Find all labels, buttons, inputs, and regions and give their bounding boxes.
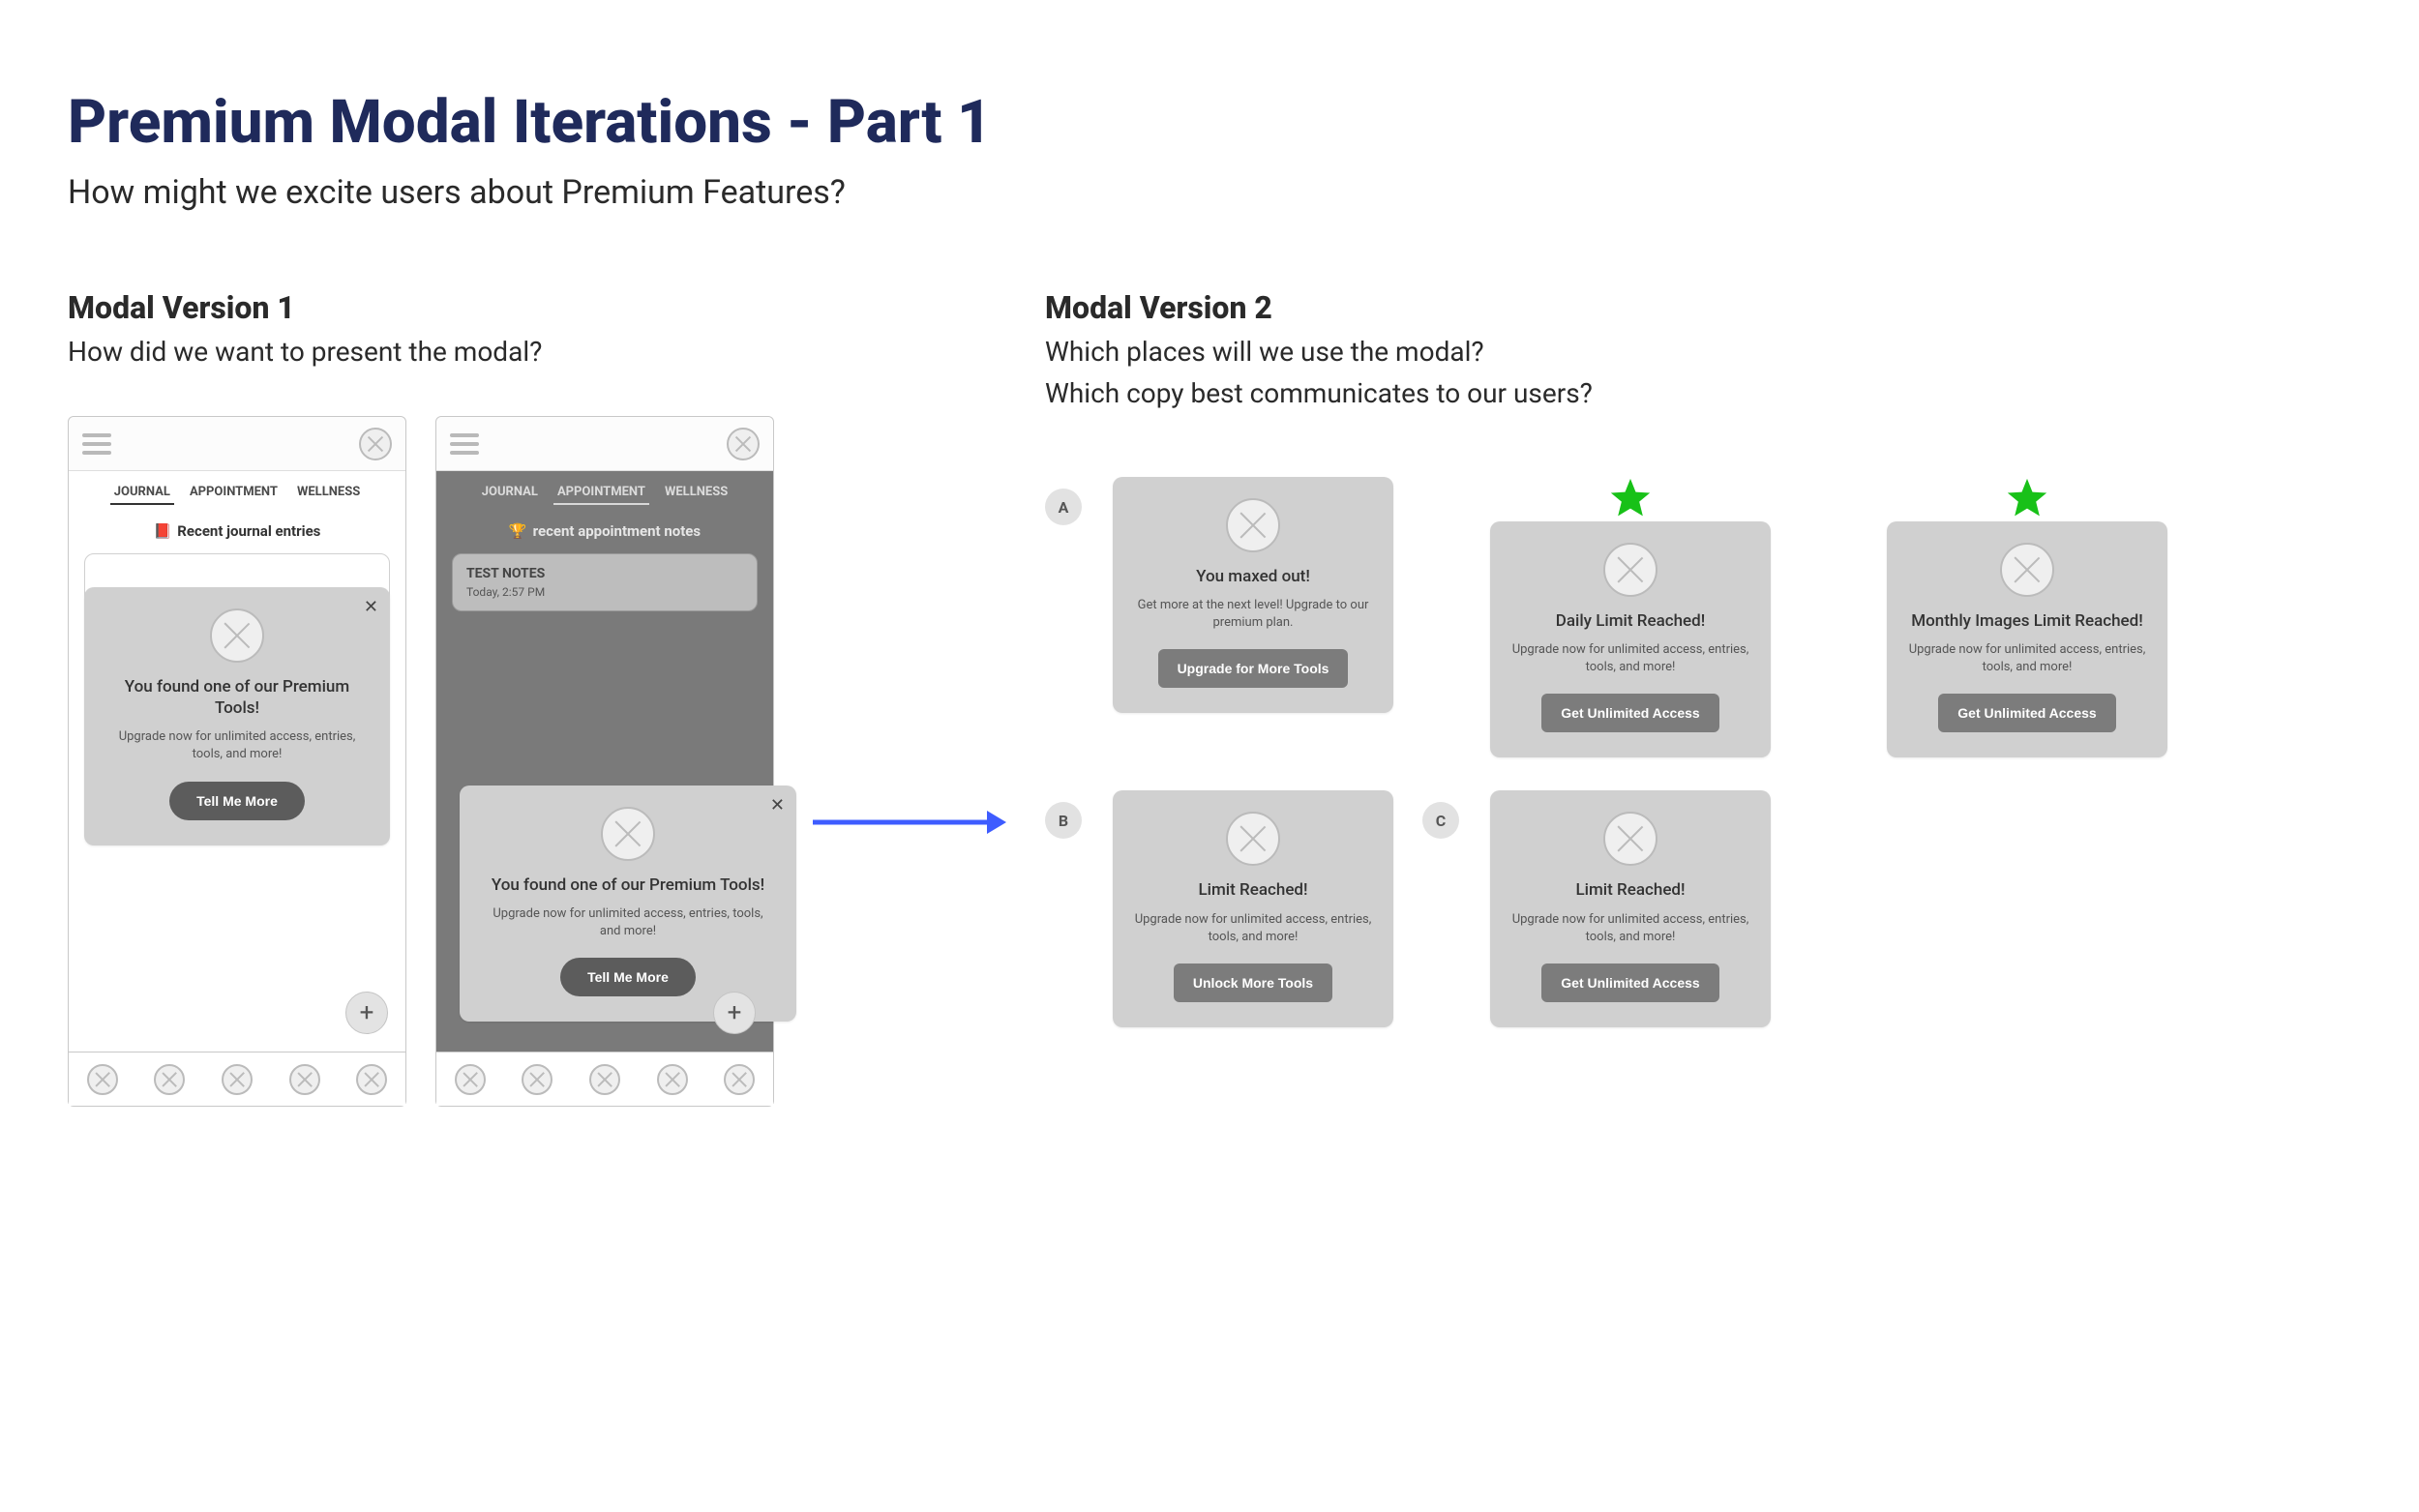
modal-body: Upgrade now for unlimited access, entrie…: [481, 905, 775, 940]
nav-icon[interactable]: [87, 1064, 118, 1095]
bottom-nav: [436, 1052, 773, 1106]
nav-icon[interactable]: [455, 1064, 486, 1095]
entries-heading-text: Recent journal entries: [177, 522, 320, 540]
phone-mock-dark: JOURNAL APPOINTMENT WELLNESS 🏆 recent app…: [435, 416, 774, 1107]
modal-title: Limit Reached!: [1198, 879, 1307, 901]
phone-mock-light: JOURNAL APPOINTMENT WELLNESS 📕 Recent jou…: [68, 416, 406, 1107]
modal-card-a3-wrap: Monthly Images Limit Reached! Upgrade no…: [1887, 477, 2167, 757]
modal-card-a2-wrap: Daily Limit Reached! Upgrade now for unl…: [1490, 477, 1771, 757]
entries-heading: 📕 Recent journal entries: [69, 522, 405, 540]
nav-icon[interactable]: [222, 1064, 253, 1095]
tell-me-more-button[interactable]: Tell Me More: [169, 782, 305, 820]
page-subtitle: How might we excite users about Premium …: [68, 173, 2351, 212]
note-date: Today, 2:57 PM: [466, 585, 743, 599]
entries-heading: 🏆 recent appointment notes: [436, 522, 773, 540]
placeholder-icon: [727, 428, 760, 460]
close-icon[interactable]: ✕: [770, 795, 785, 815]
star-icon: [2006, 477, 2048, 519]
close-icon[interactable]: ✕: [364, 597, 378, 617]
placeholder-icon: [601, 807, 655, 861]
v2-subheading-2: Which copy best communicates to our user…: [1045, 377, 2351, 409]
arrow-icon: [813, 803, 1006, 845]
modal-body: Get more at the next level! Upgrade to o…: [1134, 597, 1372, 632]
v2-section: Modal Version 2 Which places will we use…: [1045, 289, 2351, 1027]
upgrade-button[interactable]: Get Unlimited Access: [1541, 694, 1718, 732]
modal-body: Upgrade now for unlimited access, entrie…: [105, 728, 369, 763]
tab-wellness[interactable]: WELLNESS: [297, 485, 360, 505]
tab-journal[interactable]: JOURNAL: [482, 485, 538, 505]
nav-icon[interactable]: [657, 1064, 688, 1095]
book-icon: 📕: [154, 522, 172, 540]
add-button[interactable]: +: [713, 992, 756, 1034]
upgrade-button[interactable]: Get Unlimited Access: [1938, 694, 2115, 732]
menu-icon[interactable]: [82, 433, 111, 455]
nav-icon[interactable]: [724, 1064, 755, 1095]
nav-icon[interactable]: [289, 1064, 320, 1095]
upgrade-button[interactable]: Unlock More Tools: [1174, 964, 1332, 1002]
modal-body: Upgrade now for unlimited access, entrie…: [1511, 911, 1749, 946]
note-title: TEST NOTES: [466, 566, 743, 581]
modal-title: You maxed out!: [1196, 566, 1310, 587]
v1-subheading: How did we want to present the modal?: [68, 336, 774, 368]
trophy-icon: 🏆: [509, 522, 527, 540]
variant-badge-a: A: [1045, 489, 1082, 525]
tab-appointment[interactable]: APPOINTMENT: [557, 485, 645, 505]
modal-title: You found one of our Premium Tools!: [105, 676, 369, 719]
upgrade-button[interactable]: Get Unlimited Access: [1541, 964, 1718, 1002]
modal-card-c1: Limit Reached! Upgrade now for unlimited…: [1490, 790, 1771, 1026]
modal-card-b1: Limit Reached! Upgrade now for unlimited…: [1113, 790, 1393, 1026]
placeholder-icon: [1603, 543, 1657, 597]
modal-title: Monthly Images Limit Reached!: [1911, 610, 2143, 632]
tell-me-more-button[interactable]: Tell Me More: [560, 958, 696, 996]
modal-body: Upgrade now for unlimited access, entrie…: [1511, 641, 1749, 676]
tab-journal[interactable]: JOURNAL: [114, 485, 170, 505]
add-button[interactable]: +: [345, 992, 388, 1034]
modal-title: You found one of our Premium Tools!: [492, 875, 764, 896]
v2-subheading-1: Which places will we use the modal?: [1045, 336, 2351, 368]
premium-modal: ✕ You found one of our Premium Tools! Up…: [84, 587, 390, 845]
modal-card-a3: Monthly Images Limit Reached! Upgrade no…: [1887, 521, 2167, 757]
placeholder-icon: [1226, 812, 1280, 866]
placeholder-icon: [359, 428, 392, 460]
premium-modal: ✕ You found one of our Premium Tools! Up…: [460, 786, 796, 1022]
tab-wellness[interactable]: WELLNESS: [665, 485, 728, 505]
placeholder-icon: [1226, 498, 1280, 552]
variant-badge-b: B: [1045, 802, 1082, 839]
modal-title: Daily Limit Reached!: [1556, 610, 1706, 632]
placeholder-icon: [2000, 543, 2054, 597]
modal-card-a2: Daily Limit Reached! Upgrade now for unl…: [1490, 521, 1771, 757]
menu-icon[interactable]: [450, 433, 479, 455]
v1-section: Modal Version 1 How did we want to prese…: [68, 289, 774, 1107]
placeholder-icon: [210, 608, 264, 663]
nav-icon[interactable]: [154, 1064, 185, 1095]
nav-icon[interactable]: [356, 1064, 387, 1095]
nav-icon[interactable]: [522, 1064, 552, 1095]
modal-card-a1: You maxed out! Get more at the next leve…: [1113, 477, 1393, 713]
modal-title: Limit Reached!: [1575, 879, 1685, 901]
placeholder-icon: [1603, 812, 1657, 866]
appointment-note-card[interactable]: TEST NOTES Today, 2:57 PM: [452, 553, 758, 611]
entries-heading-text: recent appointment notes: [533, 522, 701, 540]
star-icon: [1609, 477, 1652, 519]
modal-body: Upgrade now for unlimited access, entrie…: [1908, 641, 2146, 676]
page-title: Premium Modal Iterations - Part 1: [68, 87, 2351, 158]
v2-heading: Modal Version 2: [1045, 289, 2351, 326]
bottom-nav: [69, 1052, 405, 1106]
v1-heading: Modal Version 1: [68, 289, 774, 326]
modal-body: Upgrade now for unlimited access, entrie…: [1134, 911, 1372, 946]
nav-icon[interactable]: [589, 1064, 620, 1095]
upgrade-button[interactable]: Upgrade for More Tools: [1158, 649, 1349, 688]
tab-appointment[interactable]: APPOINTMENT: [190, 485, 278, 505]
variant-badge-c: C: [1422, 802, 1459, 839]
